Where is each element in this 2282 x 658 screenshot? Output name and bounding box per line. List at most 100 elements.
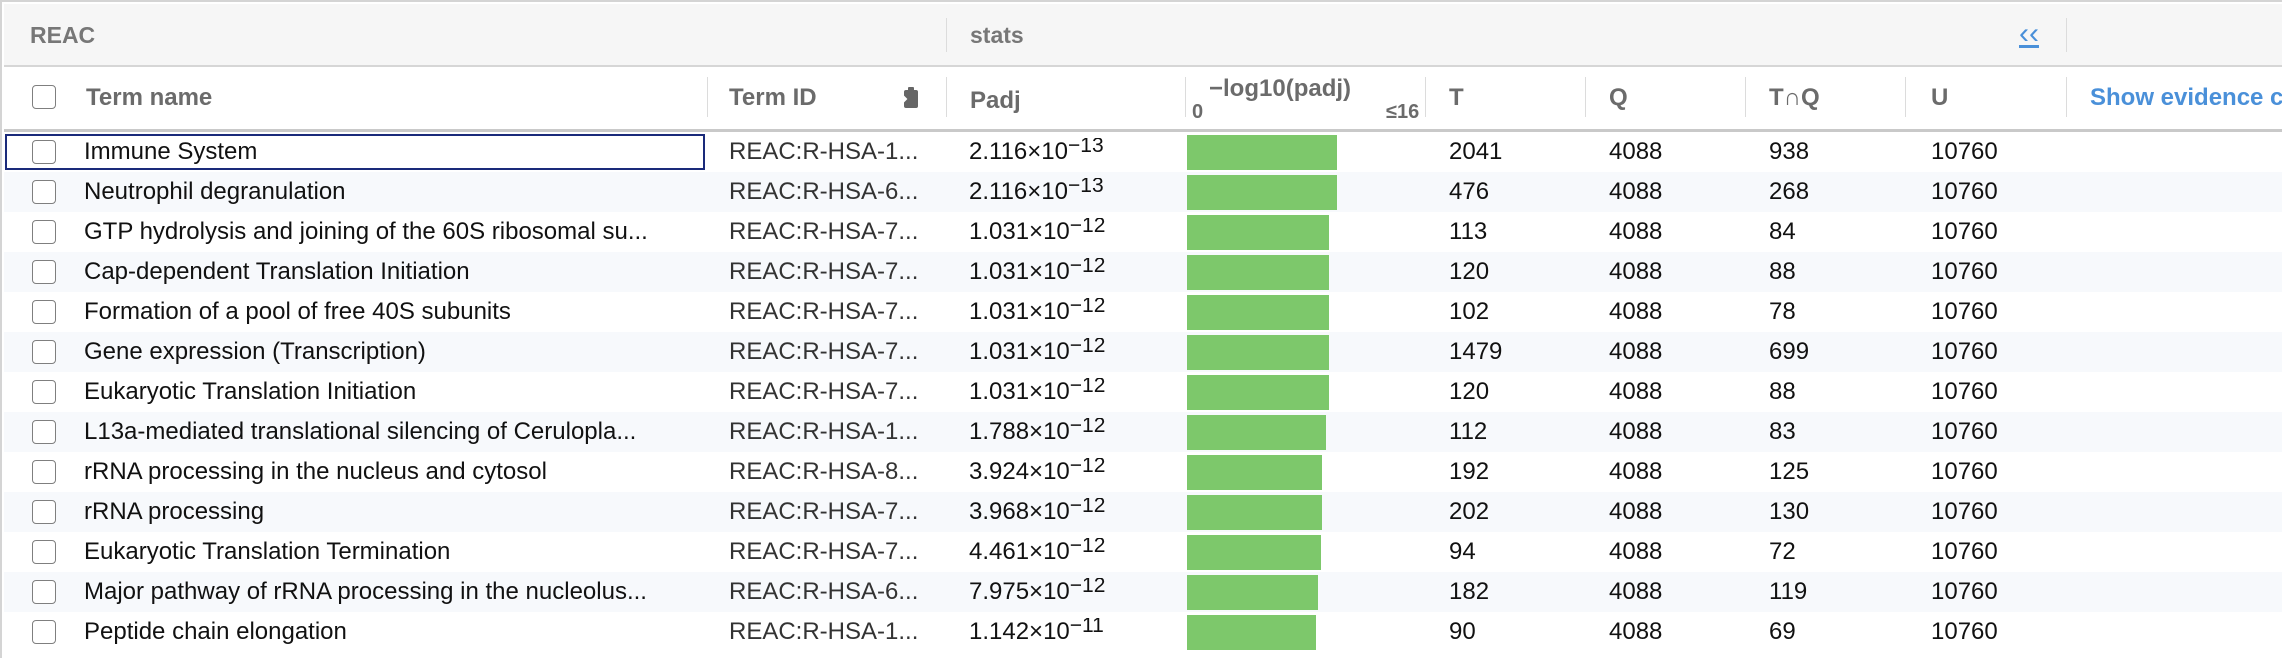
u-value: 10760 [1931,258,1998,285]
u-value: 10760 [1931,378,1998,405]
table-row[interactable]: Formation of a pool of free 40S subunits… [4,292,2282,332]
row-checkbox[interactable] [32,340,56,364]
col-u[interactable]: U [1931,84,1948,112]
term-id[interactable]: REAC:R-HSA-7... [729,538,924,566]
row-checkbox[interactable] [32,460,56,484]
term-id[interactable]: REAC:R-HSA-7... [729,338,924,366]
t-value: 90 [1449,618,1476,645]
term-name[interactable]: Cap-dependent Translation Initiation [84,258,689,286]
table-row[interactable]: Neutrophil degranulation REAC:R-HSA-6... 2… [4,172,2282,212]
col-q[interactable]: Q [1609,84,1628,112]
padj-exponent: −12 [1069,258,1106,277]
term-name[interactable]: Major pathway of rRNA processing in the … [84,578,689,606]
row-checkbox[interactable] [32,300,56,324]
term-name[interactable]: rRNA processing [84,498,689,526]
padj-mantissa: 1.031×10 [969,378,1070,405]
term-id[interactable]: REAC:R-HSA-8... [729,458,924,486]
term-id[interactable]: REAC:R-HSA-7... [729,218,924,246]
term-name[interactable]: rRNA processing in the nucleus and cytos… [84,458,689,486]
term-name[interactable]: Neutrophil degranulation [84,178,689,206]
term-id[interactable]: REAC:R-HSA-7... [729,258,924,286]
padj-value: 4.461×10−12 [969,538,1105,566]
term-name[interactable]: Eukaryotic Translation Initiation [84,378,689,406]
table-row[interactable]: Cap-dependent Translation Initiation REAC… [4,252,2282,292]
term-name[interactable]: Gene expression (Transcription) [84,338,689,366]
row-checkbox[interactable] [32,620,56,644]
neglog-padj-bar [1187,455,1322,490]
neglog-padj-bar [1187,575,1318,610]
term-id[interactable]: REAC:R-HSA-1... [729,138,924,166]
padj-mantissa: 1.788×10 [969,418,1070,445]
padj-value: 1.142×10−11 [969,618,1104,646]
padj-mantissa: 1.031×10 [969,258,1070,285]
neglog-padj-bar [1187,175,1337,210]
u-value: 10760 [1931,418,1998,445]
padj-mantissa: 4.461×10 [969,538,1070,565]
row-checkbox[interactable] [32,380,56,404]
term-id[interactable]: REAC:R-HSA-7... [729,498,924,526]
padj-exponent: −12 [1069,578,1106,597]
table-row[interactable]: Eukaryotic Translation Termination REAC:R… [4,532,2282,572]
padj-exponent: −13 [1068,178,1104,197]
divider [2066,18,2067,52]
term-id[interactable]: REAC:R-HSA-7... [729,298,924,326]
row-checkbox[interactable] [32,220,56,244]
q-value: 4088 [1609,458,1663,485]
padj-value: 3.968×10−12 [969,498,1105,526]
col-padj[interactable]: Padj [970,87,1021,115]
row-checkbox[interactable] [32,500,56,524]
t-value: 94 [1449,538,1476,565]
u-value: 10760 [1931,218,1998,245]
copy-clipboard-icon[interactable] [899,85,921,111]
q-value: 4088 [1609,378,1663,405]
padj-exponent: −12 [1069,418,1106,437]
u-value: 10760 [1931,538,1998,565]
term-name[interactable]: Formation of a pool of free 40S subunits [84,298,689,326]
term-id[interactable]: REAC:R-HSA-1... [729,618,924,646]
row-checkbox[interactable] [32,420,56,444]
padj-exponent: −12 [1069,538,1106,557]
col-term-name[interactable]: Term name [86,84,212,112]
term-id[interactable]: REAC:R-HSA-6... [729,578,924,606]
row-checkbox[interactable] [32,540,56,564]
term-name[interactable]: Peptide chain elongation [84,618,689,646]
table-row[interactable]: GTP hydrolysis and joining of the 60S ri… [4,212,2282,252]
col-neglog-padj[interactable]: −log10(padj) [1209,75,1351,103]
table-row[interactable]: L13a-mediated translational silencing of… [4,412,2282,452]
t-value: 476 [1449,178,1490,205]
row-checkbox[interactable] [32,260,56,284]
neglog-padj-bar [1187,615,1316,650]
u-value: 10760 [1931,458,1998,485]
col-term-id[interactable]: Term ID [729,84,817,112]
tq-value: 84 [1769,218,1796,245]
term-name[interactable]: L13a-mediated translational silencing of… [84,418,689,446]
term-id[interactable]: REAC:R-HSA-1... [729,418,924,446]
tq-value: 125 [1769,458,1810,485]
table-row[interactable]: Peptide chain elongation REAC:R-HSA-1... 1… [4,612,2282,652]
t-value: 112 [1449,418,1488,445]
table-row[interactable]: rRNA processing REAC:R-HSA-7... 3.968×10−1… [4,492,2282,532]
term-id[interactable]: REAC:R-HSA-7... [729,378,924,406]
table-row[interactable]: rRNA processing in the nucleus and cytos… [4,452,2282,492]
row-checkbox[interactable] [32,580,56,604]
show-evidence-link[interactable]: Show evidence c [2090,84,2282,112]
table-row[interactable]: Major pathway of rRNA processing in the … [4,572,2282,612]
term-name[interactable]: GTP hydrolysis and joining of the 60S ri… [84,218,689,246]
term-id[interactable]: REAC:R-HSA-6... [729,178,924,206]
tq-value: 268 [1769,178,1810,205]
collapse-chevron-icon[interactable]: ‹‹ [2019,19,2039,49]
table-row[interactable]: Eukaryotic Translation Initiation REAC:R-… [4,372,2282,412]
col-t[interactable]: T [1449,84,1464,112]
t-value: 120 [1449,378,1490,405]
neglog-padj-bar [1187,535,1321,570]
group-header: REAC stats ‹‹ [4,4,2282,67]
term-name[interactable]: Eukaryotic Translation Termination [84,538,689,566]
t-value: 192 [1449,458,1490,485]
table-row[interactable]: Gene expression (Transcription) REAC:R-HS… [4,332,2282,372]
col-tq[interactable]: T∩Q [1769,84,1820,112]
q-value: 4088 [1609,578,1663,605]
q-value: 4088 [1609,538,1663,565]
row-checkbox[interactable] [32,180,56,204]
padj-mantissa: 3.924×10 [969,458,1070,485]
select-all-checkbox[interactable] [32,85,56,109]
